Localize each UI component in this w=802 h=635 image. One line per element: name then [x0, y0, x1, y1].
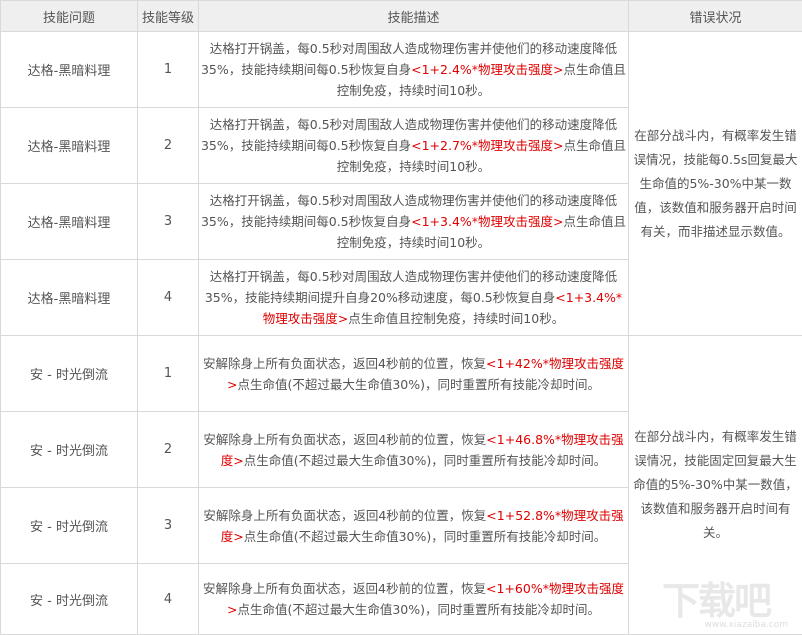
header-skill-description: 技能描述	[199, 1, 629, 32]
skill-name: 安 - 时光倒流	[1, 336, 138, 412]
desc-text: 点生命值(不超过最大生命值30%)，同时重置所有技能冷却时间。	[244, 529, 607, 544]
skill-name: 安 - 时光倒流	[1, 564, 138, 635]
header-error-status: 错误状况	[629, 1, 802, 32]
skill-name: 达格-黑暗料理	[1, 32, 138, 108]
skill-level: 4	[138, 260, 199, 336]
desc-text: 安解除身上所有负面状态，返回4秒前的位置，恢复	[203, 581, 486, 596]
desc-formula: <1+3.4%*物理攻击强度>	[411, 214, 563, 229]
skill-description: 安解除身上所有负面状态，返回4秒前的位置，恢复<1+60%*物理攻击强度>点生命…	[199, 564, 629, 635]
desc-text: 点生命值(不超过最大生命值30%)，同时重置所有技能冷却时间。	[244, 453, 607, 468]
skill-description: 安解除身上所有负面状态，返回4秒前的位置，恢复<1+52.8%*物理攻击强度>点…	[199, 488, 629, 564]
skill-description: 达格打开锅盖，每0.5秒对周围敌人造成物理伤害并使他们的移动速度降低35%，技能…	[199, 260, 629, 336]
skill-description: 达格打开锅盖，每0.5秒对周围敌人造成物理伤害并使他们的移动速度降低35%，技能…	[199, 32, 629, 108]
skill-level: 3	[138, 488, 199, 564]
desc-formula: <1+2.7%*物理攻击强度>	[411, 138, 563, 153]
skill-level: 2	[138, 108, 199, 184]
skill-level: 2	[138, 412, 199, 488]
skill-name: 达格-黑暗料理	[1, 108, 138, 184]
skill-name: 达格-黑暗料理	[1, 260, 138, 336]
desc-formula: <1+2.4%*物理攻击强度>	[411, 62, 563, 77]
desc-text: 点生命值(不超过最大生命值30%)，同时重置所有技能冷却时间。	[237, 602, 600, 617]
desc-text: 安解除身上所有负面状态，返回4秒前的位置，恢复	[203, 508, 486, 523]
header-skill-level: 技能等级	[138, 1, 199, 32]
error-status: 在部分战斗内，有概率发生错误情况，技能每0.5s回复最大生命值的5%-30%中某…	[629, 32, 802, 336]
skill-level: 3	[138, 184, 199, 260]
skill-description: 安解除身上所有负面状态，返回4秒前的位置，恢复<1+42%*物理攻击强度>点生命…	[199, 336, 629, 412]
table-row: 安 - 时光倒流 1 安解除身上所有负面状态，返回4秒前的位置，恢复<1+42%…	[1, 336, 802, 412]
skill-level: 4	[138, 564, 199, 635]
table-header-row: 技能问题 技能等级 技能描述 错误状况	[1, 1, 802, 32]
skill-level: 1	[138, 336, 199, 412]
skill-description: 达格打开锅盖，每0.5秒对周围敌人造成物理伤害并使他们的移动速度降低35%，技能…	[199, 108, 629, 184]
skill-bug-table: 技能问题 技能等级 技能描述 错误状况 达格-黑暗料理 1 达格打开锅盖，每0.…	[0, 0, 802, 635]
error-status: 在部分战斗内，有概率发生错误情况，技能固定回复最大生命值的5%-30%中某一数值…	[629, 336, 802, 635]
skill-name: 安 - 时光倒流	[1, 488, 138, 564]
desc-text: 点生命值且控制免疫，持续时间10秒。	[348, 311, 564, 326]
header-skill-issue: 技能问题	[1, 1, 138, 32]
skill-level: 1	[138, 32, 199, 108]
skill-description: 安解除身上所有负面状态，返回4秒前的位置，恢复<1+46.8%*物理攻击强度>点…	[199, 412, 629, 488]
table-row: 达格-黑暗料理 1 达格打开锅盖，每0.5秒对周围敌人造成物理伤害并使他们的移动…	[1, 32, 802, 108]
desc-text: 安解除身上所有负面状态，返回4秒前的位置，恢复	[203, 432, 486, 447]
desc-text: 安解除身上所有负面状态，返回4秒前的位置，恢复	[203, 356, 486, 371]
desc-text: 点生命值(不超过最大生命值30%)，同时重置所有技能冷却时间。	[237, 377, 600, 392]
skill-description: 达格打开锅盖，每0.5秒对周围敌人造成物理伤害并使他们的移动速度降低35%，技能…	[199, 184, 629, 260]
skill-name: 达格-黑暗料理	[1, 184, 138, 260]
skill-name: 安 - 时光倒流	[1, 412, 138, 488]
